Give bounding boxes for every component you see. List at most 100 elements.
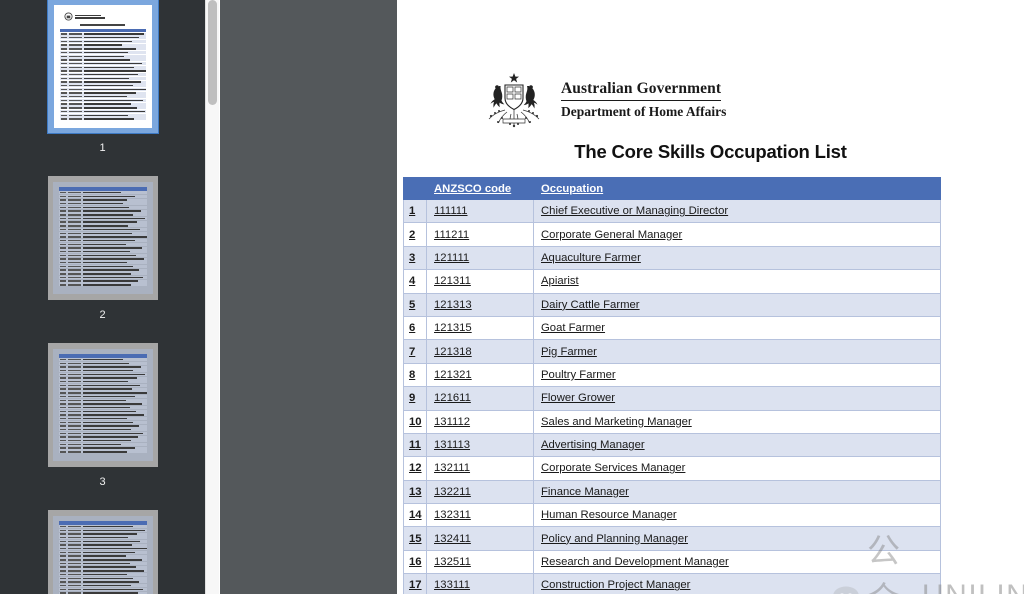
thumbnail-table-row [60, 40, 146, 43]
cell-occupation[interactable]: Pig Farmer [534, 340, 941, 363]
cell-occupation[interactable]: Research and Development Manager [534, 550, 941, 573]
cell-anzsco-code[interactable]: 121315 [427, 316, 534, 339]
cell-index: 12 [404, 457, 427, 480]
thumbnail-table-row [59, 432, 147, 435]
cell-anzsco-code[interactable]: 133111 [427, 574, 534, 594]
cell-anzsco-code[interactable]: 121311 [427, 270, 534, 293]
thumbnail-table-row [59, 544, 147, 547]
cell-occupation[interactable]: Policy and Planning Manager [534, 527, 941, 550]
cell-occupation[interactable]: Human Resource Manager [534, 504, 941, 527]
sidebar-scrollbar-track[interactable] [205, 0, 219, 594]
cell-occupation[interactable]: Sales and Marketing Manager [534, 410, 941, 433]
cell-anzsco-code[interactable]: 132211 [427, 480, 534, 503]
thumbnail-table-row [60, 77, 146, 80]
table-row: 6121315Goat Farmer [404, 316, 941, 339]
thumbnail-table-row [59, 588, 147, 591]
cell-anzsco-code[interactable]: 121313 [427, 293, 534, 316]
table-row: 14132311Human Resource Manager [404, 504, 941, 527]
cell-index: 15 [404, 527, 427, 550]
thumbnail-table-row [60, 84, 146, 87]
table-row: 8121321Poultry Farmer [404, 363, 941, 386]
thumbnail-page-1[interactable] [48, 0, 158, 133]
thumbnail-table-row [60, 99, 146, 102]
cell-occupation[interactable]: Dairy Cattle Farmer [534, 293, 941, 316]
cell-anzsco-code[interactable]: 131113 [427, 433, 534, 456]
column-header-occupation[interactable]: Occupation [534, 178, 941, 200]
cell-anzsco-code[interactable]: 121111 [427, 246, 534, 269]
cell-occupation[interactable]: Corporate Services Manager [534, 457, 941, 480]
cell-anzsco-code[interactable]: 131112 [427, 410, 534, 433]
thumbnail-table-row [59, 269, 147, 272]
thumbnail-list[interactable]: 1234 [0, 0, 205, 594]
thumbnail-table-row [59, 443, 147, 446]
thumbnail-table-row [59, 388, 147, 391]
cell-occupation[interactable]: Flower Grower [534, 387, 941, 410]
cell-occupation[interactable]: Goat Farmer [534, 316, 941, 339]
table-row: 13132211Finance Manager [404, 480, 941, 503]
thumbnail-table-row [59, 217, 147, 220]
document-viewer[interactable]: Australian Government Department of Home… [220, 0, 1024, 594]
thumbnail-page-number: 1 [99, 142, 105, 154]
thumbnail-table-row [60, 88, 146, 91]
cell-anzsco-code[interactable]: 132511 [427, 550, 534, 573]
thumbnail-table-row [59, 369, 147, 372]
thumbnail-table-row [59, 555, 147, 558]
thumbnail-table-row [59, 410, 147, 413]
thumbnail-table-row [59, 421, 147, 424]
thumbnail-table-row [59, 377, 147, 380]
cell-index: 16 [404, 550, 427, 573]
thumbnail-table-row [59, 250, 147, 253]
cell-anzsco-code[interactable]: 121321 [427, 363, 534, 386]
cell-index: 6 [404, 316, 427, 339]
thumbnail-title-line [80, 24, 125, 26]
thumbnail-table-row [59, 540, 147, 543]
table-row: 17133111Construction Project Manager [404, 574, 941, 594]
cell-index: 14 [404, 504, 427, 527]
cell-occupation[interactable]: Advertising Manager [534, 433, 941, 456]
thumbnail-table-row [59, 239, 147, 242]
thumbnail-table-row [59, 425, 147, 428]
thumbnail-table-row [60, 44, 146, 47]
table-row: 16132511Research and Development Manager [404, 550, 941, 573]
column-header-anzsco-code[interactable]: ANZSCO code [427, 178, 534, 200]
thumbnail-page-3[interactable] [48, 343, 158, 467]
cell-occupation[interactable]: Apiarist [534, 270, 941, 293]
thumbnail-table-row [59, 276, 147, 279]
thumbnail-table-row [59, 265, 147, 268]
cell-occupation[interactable]: Poultry Farmer [534, 363, 941, 386]
thumbnail-sidebar[interactable]: 1234 [0, 0, 205, 594]
thumbnail-table-row [59, 529, 147, 532]
page-title: The Core Skills Occupation List [397, 141, 1024, 163]
cell-anzsco-code[interactable]: 121611 [427, 387, 534, 410]
cell-anzsco-code[interactable]: 132311 [427, 504, 534, 527]
thumbnail-page-4[interactable] [48, 510, 158, 594]
cell-index: 13 [404, 480, 427, 503]
table-row: 3121111Aquaculture Farmer [404, 246, 941, 269]
thumbnail-table-row [59, 577, 147, 580]
cell-anzsco-code[interactable]: 111211 [427, 223, 534, 246]
thumbnail-table-row [59, 402, 147, 405]
thumbnail-table-row [59, 399, 147, 402]
cell-index: 17 [404, 574, 427, 594]
sidebar-scrollbar-thumb[interactable] [208, 0, 217, 105]
thumbnail-table-row [59, 247, 147, 250]
thumbnail-crest-icon [64, 12, 146, 21]
thumbnail-table-row [59, 413, 147, 416]
thumbnail-table-row [59, 261, 147, 264]
thumbnail-table-row [59, 362, 147, 365]
cell-anzsco-code[interactable]: 111111 [427, 200, 534, 223]
cell-index: 11 [404, 433, 427, 456]
column-header-index[interactable] [404, 178, 427, 200]
cell-occupation[interactable]: Corporate General Manager [534, 223, 941, 246]
cell-anzsco-code[interactable]: 132111 [427, 457, 534, 480]
cell-occupation[interactable]: Construction Project Manager [534, 574, 941, 594]
thumbnail-table-row [59, 580, 147, 583]
cell-occupation[interactable]: Chief Executive or Managing Director [534, 200, 941, 223]
cell-occupation[interactable]: Aquaculture Farmer [534, 246, 941, 269]
cell-anzsco-code[interactable]: 132411 [427, 527, 534, 550]
thumbnail-table-row [60, 62, 146, 65]
cell-anzsco-code[interactable]: 121318 [427, 340, 534, 363]
cell-occupation[interactable]: Finance Manager [534, 480, 941, 503]
government-line-1: Australian Government [561, 80, 721, 101]
thumbnail-page-2[interactable] [48, 176, 158, 300]
